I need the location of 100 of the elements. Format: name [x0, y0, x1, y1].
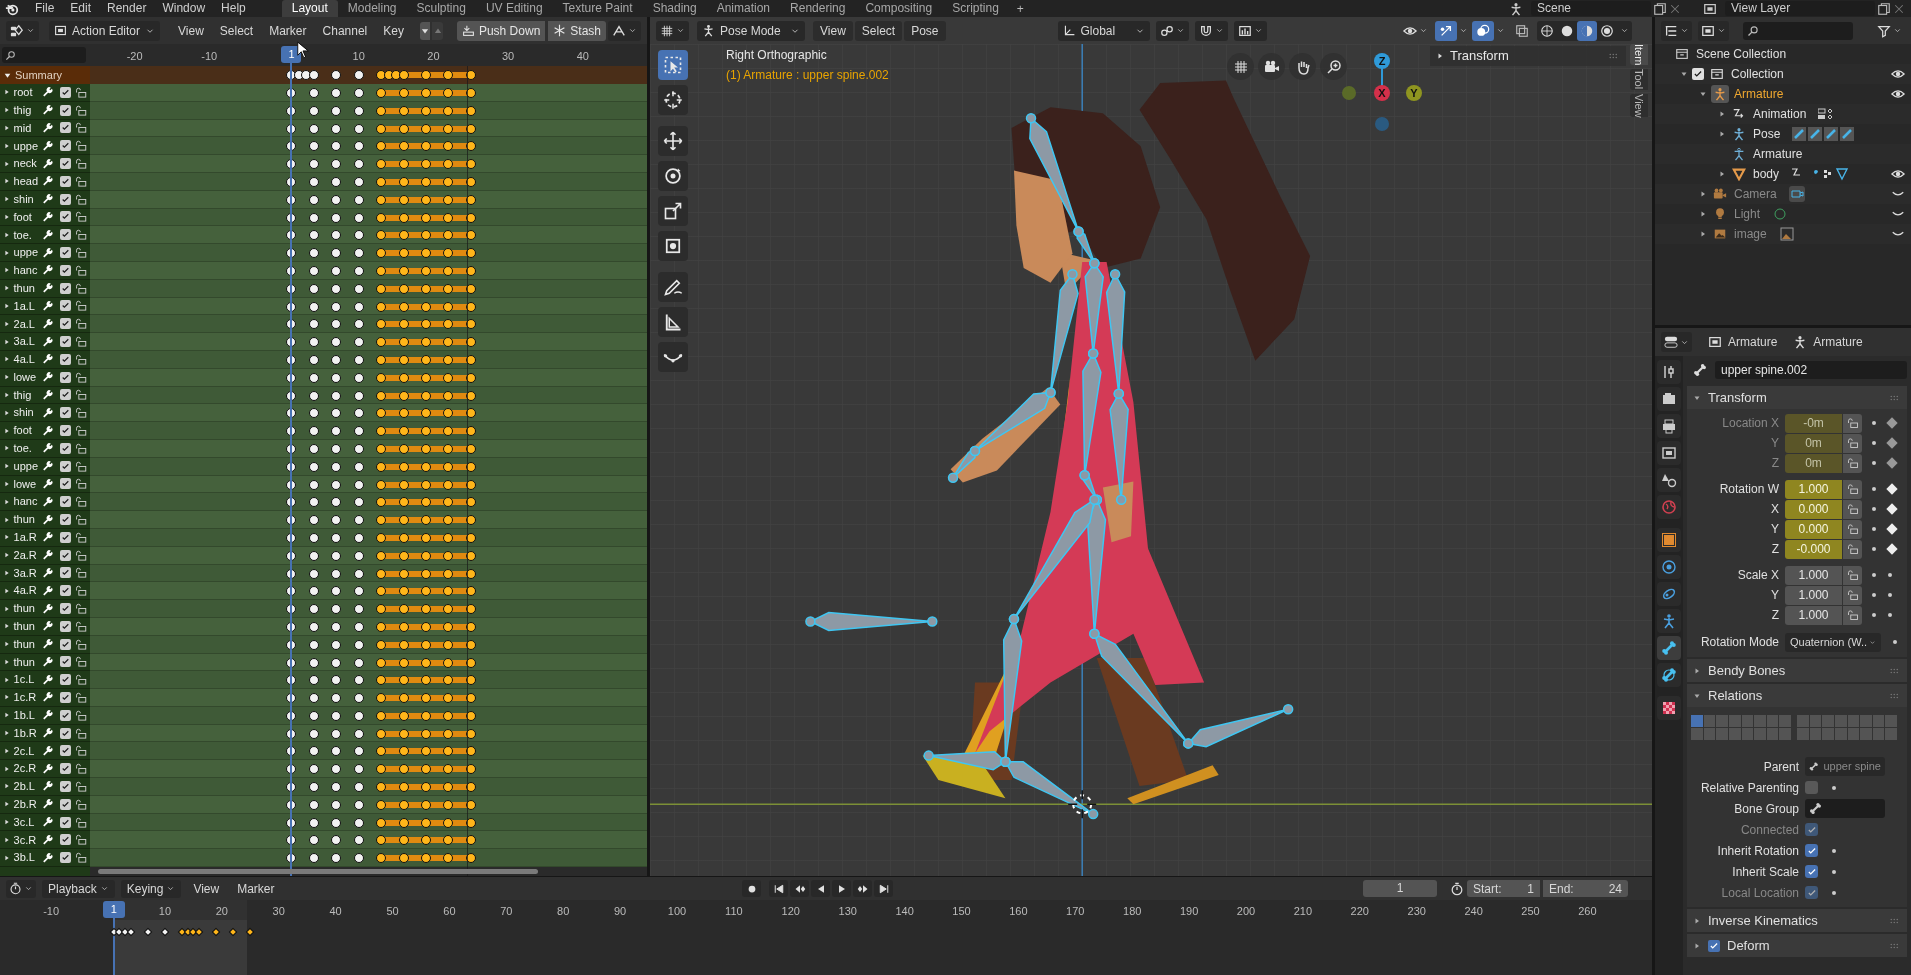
start-frame-field[interactable]: Start: 1 [1467, 880, 1540, 897]
channel-name[interactable]: toe. [13, 226, 42, 243]
outliner-item[interactable]: Collection [1731, 65, 1784, 83]
current-frame-field[interactable]: 1 [1363, 880, 1437, 897]
workspace-tab[interactable]: Layout [281, 0, 338, 17]
mode-dropdown[interactable]: Action Editor [49, 20, 161, 41]
channel-name[interactable]: 1b.L [13, 707, 42, 724]
panel-header[interactable]: Relations [1687, 684, 1907, 707]
outliner-item[interactable]: Animation [1753, 105, 1807, 123]
number-field[interactable]: 1.000 [1785, 605, 1842, 625]
workspace-tab[interactable]: Shading [642, 0, 707, 17]
outliner-item[interactable]: Camera [1734, 185, 1777, 203]
outliner-item[interactable]: Pose [1753, 125, 1781, 143]
menu-item[interactable]: Channel [314, 21, 376, 40]
number-field[interactable]: 0.000 [1785, 499, 1842, 519]
sidebar-tab[interactable]: View [1630, 93, 1648, 118]
workspace-tab[interactable]: UV Editing [475, 0, 553, 17]
channel-name[interactable]: thun [13, 618, 42, 635]
menu-item[interactable]: Key [375, 21, 412, 40]
channel-name[interactable]: 1b.R [13, 724, 42, 742]
channel-name[interactable]: shin [13, 190, 42, 208]
channel-name[interactable]: toe. [13, 440, 42, 457]
menu-item[interactable]: Render [99, 0, 155, 17]
summary-channel[interactable]: Summary [0, 66, 90, 84]
workspace-tab[interactable]: Modeling [337, 0, 407, 17]
workspace-tab[interactable]: Scripting [942, 0, 1009, 17]
channel-name[interactable]: 3b.L [13, 849, 42, 866]
sidebar-tab[interactable]: Item [1630, 44, 1648, 66]
axis-handle[interactable]: Y [1406, 85, 1422, 101]
outliner-item[interactable]: Armature [1753, 145, 1803, 163]
panel-header[interactable]: Deform [1687, 934, 1907, 957]
menu-item[interactable]: Window [154, 0, 214, 17]
channel-name[interactable]: thun [13, 653, 42, 671]
breadcrumb-item[interactable]: Armature [1793, 333, 1863, 351]
breadcrumb-item[interactable]: Armature [1708, 333, 1778, 351]
channel-name[interactable]: 2b.R [13, 796, 42, 813]
channel-name[interactable]: 2b.L [13, 778, 42, 795]
channel-name[interactable]: foot [13, 208, 42, 226]
number-field[interactable]: 1.000 [1785, 565, 1842, 585]
sidebar-tab[interactable]: Tool [1630, 69, 1648, 90]
channel-name[interactable]: mid [13, 119, 42, 137]
channel-name[interactable]: 1c.R [13, 689, 42, 706]
channel-name[interactable]: lowe [13, 475, 42, 493]
menu-item[interactable]: Pose [904, 20, 946, 41]
parent-field[interactable]: upper spine [1805, 757, 1885, 776]
panel-header[interactable]: Inverse Kinematics [1687, 909, 1907, 932]
scene-field[interactable]: Scene [1531, 1, 1651, 16]
channel-name[interactable]: uppe [13, 244, 42, 261]
menu-item[interactable]: Marker [261, 21, 315, 40]
number-field[interactable]: -0.000 [1785, 539, 1842, 559]
menu-item[interactable]: Marker [231, 879, 281, 898]
channel-name[interactable]: foot [13, 422, 42, 439]
workspace-tab[interactable]: Animation [706, 0, 781, 17]
menu-item[interactable]: Select [854, 20, 903, 41]
channel-name[interactable]: 3c.R [13, 831, 42, 849]
push-down-button[interactable]: Push Down [456, 20, 546, 41]
channel-name[interactable]: hanc [13, 493, 42, 510]
channel-name[interactable]: 1a.L [13, 297, 42, 315]
number-field[interactable]: 0.000 [1785, 519, 1842, 539]
channel-name[interactable]: uppe [13, 137, 42, 155]
channel-name[interactable]: 2a.L [13, 315, 42, 332]
outliner-item[interactable]: Armature [1734, 85, 1784, 103]
outliner-item[interactable]: body [1753, 165, 1780, 183]
axis-handle[interactable]: Z [1374, 53, 1390, 69]
menu-item[interactable]: File [27, 0, 63, 17]
menu-item[interactable]: View [813, 20, 853, 41]
channel-name[interactable]: 4a.L [13, 351, 42, 368]
menu-item[interactable]: Select [211, 21, 262, 40]
end-frame-field[interactable]: End: 24 [1543, 880, 1628, 897]
workspace-tab[interactable]: Sculpting [406, 0, 476, 17]
stash-button[interactable]: Stash [548, 20, 606, 41]
channel-name[interactable]: 1c.L [13, 671, 42, 688]
panel-header[interactable]: Bendy Bones [1687, 659, 1907, 682]
mode-dropdown[interactable]: Pose Mode [697, 20, 805, 41]
workspace-tab[interactable]: Rendering [780, 0, 856, 17]
channel-name[interactable]: thun [13, 279, 42, 297]
channel-name[interactable]: hanc [13, 262, 42, 279]
channel-name[interactable]: head [13, 173, 42, 190]
channel-name[interactable]: thun [13, 600, 42, 617]
channel-name[interactable]: shin [13, 404, 42, 421]
channel-name[interactable]: 2c.L [13, 742, 42, 760]
menu-item[interactable]: Edit [62, 0, 100, 17]
channel-name[interactable]: thig [13, 101, 42, 119]
channel-name[interactable]: root [13, 84, 42, 101]
transform-panel-header[interactable]: Transform [1430, 46, 1626, 66]
channel-name[interactable]: 3a.R [13, 564, 42, 582]
panel-header[interactable]: Transform [1687, 386, 1907, 409]
channel-name[interactable]: thun [13, 511, 42, 528]
channel-name[interactable]: 3c.L [13, 813, 42, 831]
channel-name[interactable]: 3a.L [13, 333, 42, 350]
workspace-tab[interactable]: Texture Paint [552, 0, 643, 17]
outliner-item[interactable]: image [1734, 225, 1767, 243]
add-workspace-button[interactable]: + [1008, 0, 1032, 18]
axis-handle[interactable]: X [1374, 85, 1390, 101]
channel-name[interactable]: thun [13, 635, 42, 653]
channel-name[interactable]: 4a.R [13, 582, 42, 599]
menu-item[interactable]: Playback [42, 879, 115, 898]
workspace-tab[interactable]: Compositing [855, 0, 943, 17]
rotation-mode-dropdown[interactable]: Quaternion (W.. [1785, 632, 1881, 652]
channel-name[interactable]: thig [13, 386, 42, 404]
